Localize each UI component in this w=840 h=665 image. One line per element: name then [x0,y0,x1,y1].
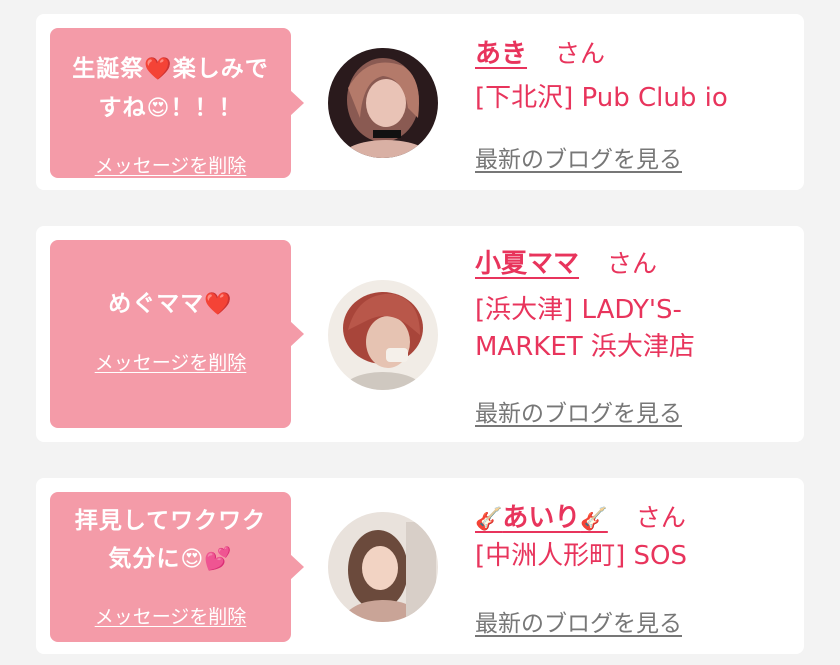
heart-eyes-emoji-icon: 😍 [146,96,171,121]
heart-eyes-sparkling-heart-emoji-icon: 😍💕 [180,547,233,572]
message-text: 拝見してワクワク 気分に😍💕 [50,502,291,579]
latest-blog-link[interactable]: 最新のブログを見る [475,140,682,174]
message-text-part: 気分に [108,546,181,572]
message-card: 生誕祭❤️楽しみで すね😍！！！ メッセージを削除 あき さん [下北沢] Pu… [36,14,804,190]
message-bubble: 拝見してワクワク 気分に😍💕 メッセージを削除 [50,492,304,642]
message-text-part: 拝見してワクワク [74,508,267,534]
woman-light-portrait-icon [328,512,438,622]
shop-name: [下北沢] Pub Club io [475,83,728,113]
cast-name-link[interactable]: あき [475,33,527,70]
message-text: 生誕祭❤️楽しみで すね😍！！！ [50,50,291,128]
latest-blog-link[interactable]: 最新のブログを見る [475,604,682,638]
avatar[interactable] [328,280,438,390]
shop-name: [中洲人形町] SOS [475,541,688,571]
guitar-emoji-icon: 🎸 [475,507,503,532]
message-card: 拝見してワクワク 気分に😍💕 メッセージを削除 🎸あいり🎸 さん [中洲人形町]… [36,478,804,654]
honorific: さん [635,503,686,532]
message-bubble: 生誕祭❤️楽しみで すね😍！！！ メッセージを削除 [50,28,304,178]
shop-name-line: MARKET 浜大津店 [475,332,695,362]
message-text-part: めぐママ [108,291,205,317]
cast-name-link[interactable]: 小夏ママ [475,243,579,280]
avatar[interactable] [328,48,438,158]
latest-blog-link[interactable]: 最新のブログを見る [475,394,682,428]
guitar-emoji-icon: 🎸 [580,507,608,532]
cast-name-text: あいり [502,503,581,533]
shop-name-line: [浜大津] LADY'S- [475,295,682,325]
message-text-part: ！！！ [170,95,243,121]
message-text: めぐママ❤️ [50,285,291,324]
shop-name: [浜大津] LADY'S- MARKET 浜大津店 [475,292,795,366]
delete-message-link[interactable]: メッセージを削除 [50,602,291,629]
woman-portrait-dark-icon [328,48,438,158]
message-text-part: 楽しみで [172,56,269,82]
woman-short-red-hair-icon [328,280,438,390]
message-text-part: 生誕祭 [72,56,145,82]
cast-name-link[interactable]: 🎸あいり🎸 [475,497,608,534]
heart-emoji-icon: ❤️ [204,292,233,317]
heart-emoji-icon: ❤️ [144,57,173,82]
message-text-part: すね [98,95,147,121]
message-bubble: めぐママ❤️ メッセージを削除 [50,240,304,428]
delete-message-link[interactable]: メッセージを削除 [50,151,291,178]
honorific: さん [607,249,658,278]
avatar[interactable] [328,512,438,622]
honorific: さん [555,39,606,68]
delete-message-link[interactable]: メッセージを削除 [50,348,291,375]
message-card: めぐママ❤️ メッセージを削除 小夏ママ さん [浜大津] LADY'S- MA… [36,226,804,442]
